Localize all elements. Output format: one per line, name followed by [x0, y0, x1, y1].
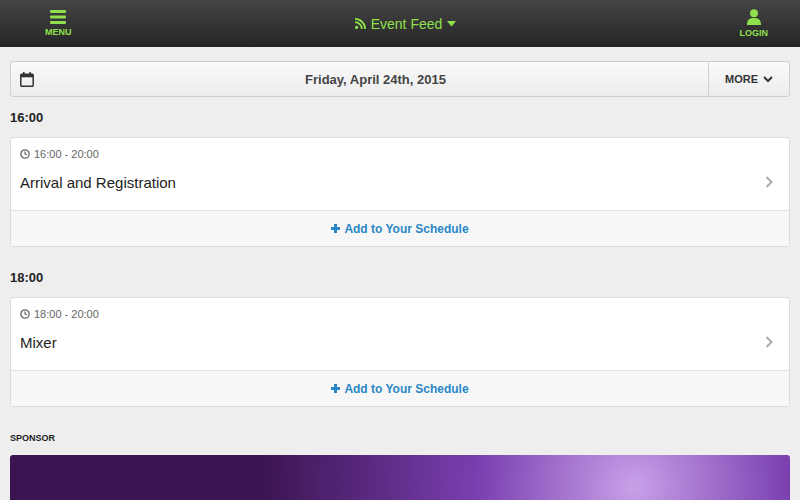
- chevron-right-icon: [765, 336, 773, 348]
- time-group: 16:00 16:00 - 20:00 Arrival and Registrati…: [10, 105, 790, 247]
- top-bar: MENU Event Feed LOGIN: [0, 0, 800, 47]
- date-label: Friday, April 24th, 2015: [305, 72, 446, 87]
- clock-icon: [20, 309, 30, 319]
- add-to-schedule-button[interactable]: Add to Your Schedule: [11, 370, 789, 406]
- event-title: Mixer: [20, 334, 780, 351]
- event-card: 18:00 - 20:00 Mixer Add to Your Schedule: [10, 297, 790, 407]
- add-to-schedule-label: Add to Your Schedule: [344, 222, 468, 236]
- time-range: 16:00 - 20:00: [34, 148, 99, 160]
- calendar-button[interactable]: [11, 62, 43, 96]
- chevron-down-icon: [763, 76, 773, 83]
- menu-button[interactable]: MENU: [45, 10, 72, 37]
- rss-icon: [355, 18, 366, 29]
- event-time: 16:00 - 20:00: [20, 148, 780, 160]
- time-groups: 16:00 16:00 - 20:00 Arrival and Registrati…: [10, 105, 790, 407]
- calendar-icon: [20, 72, 34, 87]
- event-link[interactable]: 18:00 - 20:00 Mixer: [11, 298, 789, 370]
- add-to-schedule-label: Add to Your Schedule: [344, 382, 468, 396]
- login-button[interactable]: LOGIN: [739, 9, 768, 38]
- time-header: 16:00: [10, 105, 790, 130]
- time-group: 18:00 18:00 - 20:00 Mixer Add to Your Sched…: [10, 265, 790, 407]
- more-label: MORE: [725, 73, 758, 85]
- time-header: 18:00: [10, 265, 790, 290]
- feed-dropdown[interactable]: Event Feed: [355, 16, 457, 32]
- event-card: 16:00 - 20:00 Arrival and Registration Add…: [10, 137, 790, 247]
- clock-icon: [20, 149, 30, 159]
- time-range: 18:00 - 20:00: [34, 308, 99, 320]
- hamburger-icon: [50, 10, 66, 24]
- event-title: Arrival and Registration: [20, 174, 780, 191]
- event-time: 18:00 - 20:00: [20, 308, 780, 320]
- user-icon: [747, 9, 761, 25]
- date-bar: Friday, April 24th, 2015 MORE: [10, 61, 790, 97]
- event-link[interactable]: 16:00 - 20:00 Arrival and Registration: [11, 138, 789, 210]
- event-feed: Friday, April 24th, 2015 MORE 16:00 16:00 -…: [0, 61, 800, 500]
- login-label: LOGIN: [739, 28, 768, 38]
- chevron-right-icon: [765, 176, 773, 188]
- menu-label: MENU: [45, 27, 72, 37]
- sponsor-label: SPONSOR: [10, 431, 790, 445]
- add-to-schedule-button[interactable]: Add to Your Schedule: [11, 210, 789, 246]
- sponsor-banner[interactable]: [10, 455, 790, 500]
- plus-icon: [331, 384, 340, 393]
- date-display: Friday, April 24th, 2015: [43, 62, 708, 96]
- caret-down-icon: [447, 21, 456, 27]
- more-button[interactable]: MORE: [708, 62, 789, 96]
- plus-icon: [331, 224, 340, 233]
- feed-label: Event Feed: [371, 16, 443, 32]
